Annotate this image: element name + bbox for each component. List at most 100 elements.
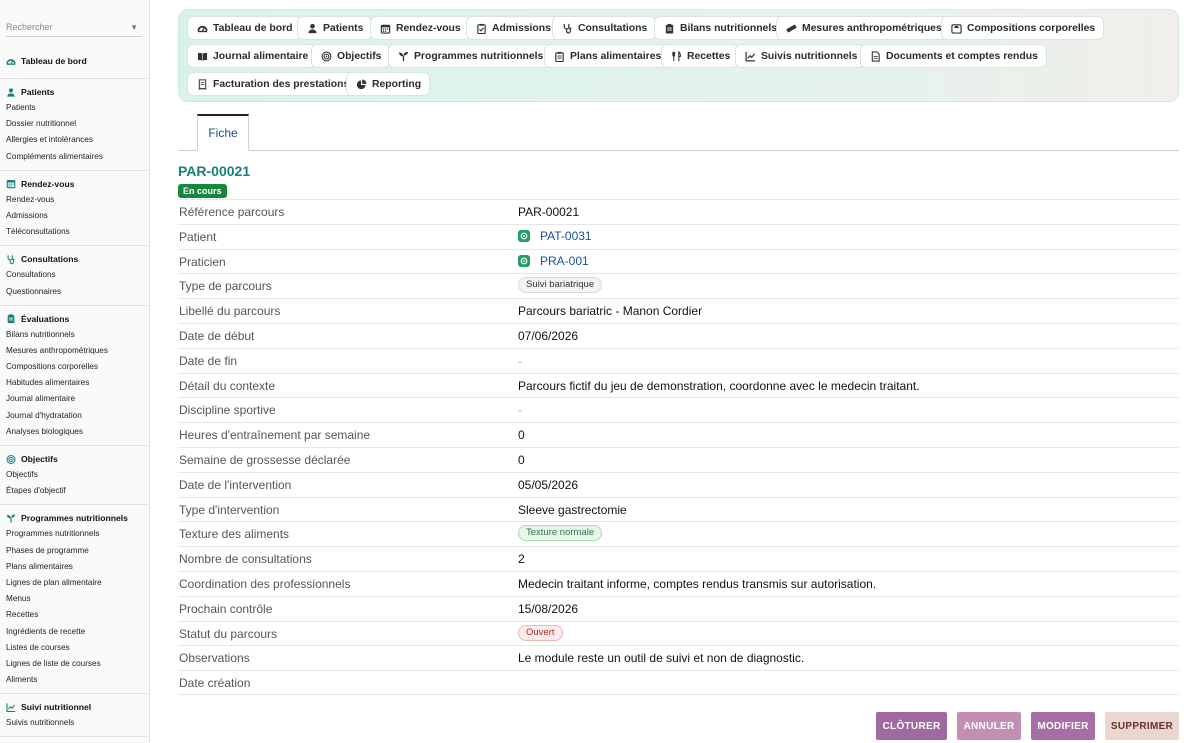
field-link[interactable]: PRA-001 [518,254,589,268]
field-row: Statut du parcours Ouvert [178,620,1179,646]
field-label: Libellé du parcours [179,304,281,319]
top-menu-label: Mesures anthropométriques [802,22,942,34]
top-menu-button[interactable]: Documents et comptes rendus [860,44,1047,68]
sidebar-item[interactable]: Dossier nutritionnel [0,116,149,132]
field-link[interactable]: PAT-0031 [518,229,592,243]
top-menu-button[interactable]: Bilans nutritionnels [654,16,786,40]
field-label: Texture des aliments [179,527,290,542]
top-menu-label: Bilans nutritionnels [680,22,777,34]
sidebar-item[interactable]: Allergies et intolérances [0,132,149,148]
field-row: Détail du contexte Parcours fictif du jeu… [178,372,1179,398]
top-menu-button[interactable]: Rendez-vous [370,16,470,40]
sidebar-section: Évaluations Bilans nutritionnels Mesures a… [0,306,149,446]
sidebar-item[interactable]: Programmes nutritionnels [0,526,149,542]
sidebar-item[interactable]: Patients [0,100,149,116]
close-record-button[interactable]: CLÔTURER [876,712,947,740]
sidebar-item[interactable]: Admissions [0,208,149,224]
sidebar-section: Rendez-vous Rendez-vous Admissions Télécons… [0,171,149,247]
sidebar-item[interactable]: Menus [0,591,149,607]
search-placeholder: Rechercher [6,22,53,32]
top-menu-button[interactable]: Mesures anthropométriques [776,16,951,40]
field-row: Semaine de grossesse déclarée 0 [178,446,1179,472]
field-row: Nombre de consultations 2 [178,546,1179,571]
field-row: Référence parcours PAR-00021 [178,199,1179,224]
sidebar-section-title[interactable]: Objectifs [0,451,149,467]
sidebar-section-title[interactable]: Évaluations [0,311,149,327]
chevron-down-icon[interactable]: ▼ [130,23,138,32]
calendar-icon [6,179,16,189]
sidebar-section-title[interactable]: Suivi nutritionnel [0,699,149,715]
top-menu-label: Journal alimentaire [213,50,309,62]
top-menu-button[interactable]: Consultations [552,16,657,40]
sidebar-item[interactable]: Phases de programme [0,543,149,559]
field-row: Heures d'entraînement par semaine 0 [178,422,1179,447]
search-select[interactable]: Rechercher ▼ [6,17,142,37]
sidebar-item[interactable]: Journal alimentaire [0,391,149,407]
sidebar-item[interactable]: Habitudes alimentaires [0,375,149,391]
sidebar-item[interactable]: Plans alimentaires [0,559,149,575]
field-value: Le module reste un outil de suivi et non… [518,651,805,666]
top-menu-button[interactable]: Plans alimentaires [544,44,671,68]
sidebar-section-title[interactable]: Consultations [0,251,149,267]
sidebar-item[interactable]: Analyses biologiques [0,424,149,440]
sidebar-item[interactable]: Ingrédients de recette [0,624,149,640]
top-menu-button[interactable]: Programmes nutritionnels [388,44,553,68]
sidebar-item[interactable]: Journal d'hydratation [0,408,149,424]
top-menu-button[interactable]: Compositions corporelles [941,16,1105,40]
sidebar-item[interactable]: Aliments [0,672,149,688]
top-menu-button[interactable]: Admissions [466,16,560,40]
sidebar-item[interactable]: Bilans nutritionnels [0,327,149,343]
field-label: Patient [179,229,217,244]
top-menu-button[interactable]: Suivis nutritionnels [735,44,867,68]
field-value: - [518,403,522,418]
sidebar-item[interactable]: Objectifs [0,467,149,483]
top-menu-button[interactable]: Journal alimentaire [187,44,318,68]
field-label: Référence parcours [179,205,285,219]
top-menu-button[interactable]: Facturation des prestations [187,72,359,96]
sidebar-section-label: Rendez-vous [21,178,75,189]
field-row: Date de fin - [178,347,1179,373]
sidebar-item[interactable]: Compositions corporelles [0,359,149,375]
clipboard-list-icon [554,51,565,62]
sidebar-item[interactable]: Suivis nutritionnels [0,715,149,731]
field-label: Date de fin [179,353,238,368]
top-menu-button[interactable]: Recettes [661,44,740,68]
sidebar-section-title[interactable]: Tableau de bord [0,53,149,69]
field-row: Coordination des professionnels Medecin t… [178,570,1179,596]
top-menu-button[interactable]: Tableau de bord [187,16,302,40]
field-value: Parcours bariatric - Manon Cordier [518,304,703,319]
field-badge: Ouvert [518,624,563,641]
sidebar-item[interactable]: Listes de courses [0,640,149,656]
field-row: Date de début 07/06/2026 [178,322,1179,348]
sidebar-item[interactable]: Questionnaires [0,284,149,300]
sidebar-item[interactable]: Consultations [0,267,149,283]
top-menu-button[interactable]: Patients [297,16,373,40]
top-menu-label: Consultations [578,22,648,34]
top-menu-button[interactable]: Objectifs [311,44,391,68]
top-menu-button[interactable]: Reporting [346,72,431,96]
sidebar-item[interactable]: Recettes [0,607,149,623]
field-row: Type d'intervention Sleeve gastrectomie [178,496,1179,522]
sidebar-item[interactable]: Mesures anthropométriques [0,343,149,359]
cancel-button[interactable]: ANNULER [957,712,1021,740]
field-row: Discipline sportive - [178,397,1179,422]
scale-icon [951,23,962,34]
clipboard-check-icon [476,23,487,34]
sidebar-section-title[interactable]: Rendez-vous [0,176,149,192]
top-menu-label: Patients [323,22,364,34]
sidebar-item[interactable]: Rendez-vous [0,192,149,208]
sidebar-section-title[interactable]: Patients [0,84,149,100]
sidebar-section-title[interactable]: Programmes nutritionnels [0,510,149,526]
sidebar-item[interactable]: Étapes d'objectif [0,483,149,499]
sidebar-item[interactable]: Lignes de plan alimentaire [0,575,149,591]
record-fields: Référence parcours PAR-00021 Patient PAT-00… [178,199,1179,695]
sidebar-item[interactable]: Compléments alimentaires [0,149,149,165]
tab-fiche[interactable]: Fiche [197,114,249,151]
field-link-text: PAT-0031 [540,228,592,243]
field-badge: Suivi bariatrique [518,277,603,294]
edit-button[interactable]: MODIFIER [1031,712,1095,740]
delete-button[interactable]: SUPPRIMER [1105,712,1179,740]
sidebar-item[interactable]: Lignes de liste de courses [0,656,149,672]
sidebar-item[interactable]: Téléconsultations [0,224,149,240]
field-label: Observations [179,651,250,666]
